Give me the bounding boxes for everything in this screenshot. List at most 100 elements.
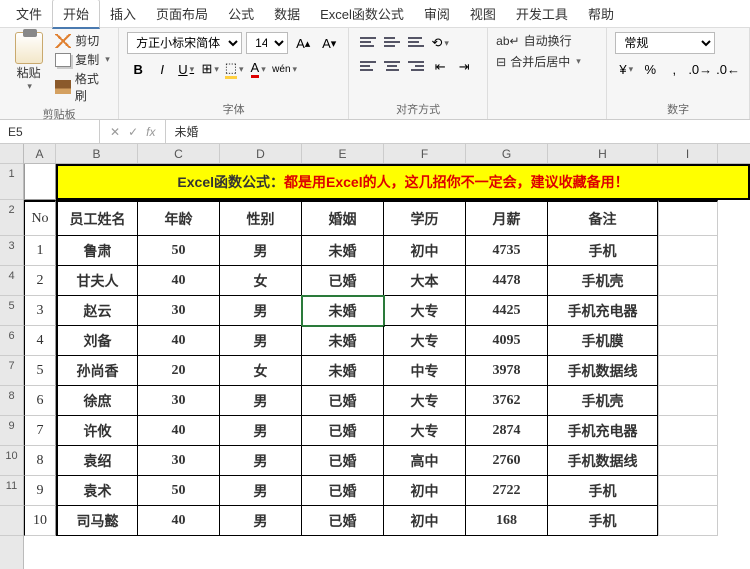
cell[interactable]: 5 xyxy=(24,356,56,386)
fx-icon[interactable]: fx xyxy=(146,125,155,139)
cell[interactable]: 50 xyxy=(138,476,220,506)
cell[interactable]: 月薪 xyxy=(466,200,548,236)
align-center-button[interactable] xyxy=(381,56,403,76)
row-header[interactable]: 8 xyxy=(0,386,23,416)
cell[interactable] xyxy=(658,236,718,266)
align-top-button[interactable] xyxy=(357,32,379,52)
col-header[interactable]: B xyxy=(56,144,138,163)
cell[interactable]: 年龄 xyxy=(138,200,220,236)
cell[interactable] xyxy=(658,356,718,386)
cell[interactable]: 9 xyxy=(24,476,56,506)
row-header[interactable] xyxy=(0,506,23,536)
align-right-button[interactable] xyxy=(405,56,427,76)
underline-button[interactable]: U▾ xyxy=(175,58,197,80)
cell[interactable]: 中专 xyxy=(384,356,466,386)
italic-button[interactable]: I xyxy=(151,58,173,80)
cell[interactable]: 手机壳 xyxy=(548,266,658,296)
cell[interactable] xyxy=(658,476,718,506)
cell[interactable]: 4 xyxy=(24,326,56,356)
cell[interactable]: 初中 xyxy=(384,506,466,536)
row-header[interactable]: 10 xyxy=(0,446,23,476)
cell[interactable]: 袁术 xyxy=(56,476,138,506)
decrease-indent-button[interactable]: ⇤ xyxy=(429,56,451,78)
cell[interactable]: 手机 xyxy=(548,236,658,266)
cell[interactable]: 2760 xyxy=(466,446,548,476)
cell[interactable]: 性别 xyxy=(220,200,302,236)
phonetic-button[interactable]: wén▾ xyxy=(271,58,298,80)
bold-button[interactable]: B xyxy=(127,58,149,80)
menu-dev[interactable]: 开发工具 xyxy=(506,0,578,27)
cell[interactable]: 未婚 xyxy=(302,236,384,266)
row-header[interactable]: 3 xyxy=(0,236,23,266)
cell[interactable]: 3978 xyxy=(466,356,548,386)
col-header[interactable]: D xyxy=(220,144,302,163)
row-header[interactable]: 7 xyxy=(0,356,23,386)
cell[interactable]: 4478 xyxy=(466,266,548,296)
row-header[interactable]: 1 xyxy=(0,164,23,200)
cell[interactable]: 男 xyxy=(220,416,302,446)
cell[interactable]: 50 xyxy=(138,236,220,266)
menu-file[interactable]: 文件 xyxy=(6,0,52,27)
cell[interactable]: 已婚 xyxy=(302,476,384,506)
cell[interactable]: 30 xyxy=(138,446,220,476)
cell[interactable]: 8 xyxy=(24,446,56,476)
cell[interactable]: No xyxy=(24,200,56,236)
cell[interactable]: 男 xyxy=(220,506,302,536)
cell[interactable]: 女 xyxy=(220,356,302,386)
cell[interactable]: 大专 xyxy=(384,386,466,416)
cell[interactable] xyxy=(658,446,718,476)
menu-layout[interactable]: 页面布局 xyxy=(146,0,218,27)
cell[interactable]: 手机充电器 xyxy=(548,296,658,326)
cell[interactable]: 手机数据线 xyxy=(548,446,658,476)
merge-center-button[interactable]: ⊟合并后居中▾ xyxy=(496,53,598,70)
border-button[interactable]: ⊞▾ xyxy=(199,58,221,80)
menu-insert[interactable]: 插入 xyxy=(100,0,146,27)
row-header[interactable]: 11 xyxy=(0,476,23,506)
comma-button[interactable]: , xyxy=(663,58,685,80)
col-header[interactable]: F xyxy=(384,144,466,163)
cell[interactable]: 10 xyxy=(24,506,56,536)
cell[interactable]: 40 xyxy=(138,326,220,356)
align-left-button[interactable] xyxy=(357,56,379,76)
menu-home[interactable]: 开始 xyxy=(52,0,100,29)
cell[interactable]: 2722 xyxy=(466,476,548,506)
cell[interactable] xyxy=(24,164,56,200)
cell[interactable]: 许攸 xyxy=(56,416,138,446)
font-name-select[interactable]: 方正小标宋简体 xyxy=(127,32,242,54)
decrease-font-button[interactable]: A▾ xyxy=(318,32,340,54)
cell[interactable] xyxy=(658,326,718,356)
menu-formula[interactable]: 公式 xyxy=(218,0,264,27)
select-all-button[interactable] xyxy=(0,144,23,164)
wrap-text-button[interactable]: ab↵自动换行 xyxy=(496,32,598,49)
font-size-select[interactable]: 14 xyxy=(246,32,288,54)
cell[interactable]: 4095 xyxy=(466,326,548,356)
cell[interactable]: 孙尚香 xyxy=(56,356,138,386)
cell[interactable]: 司马懿 xyxy=(56,506,138,536)
cell[interactable]: 40 xyxy=(138,266,220,296)
cell[interactable]: 已婚 xyxy=(302,446,384,476)
cell[interactable]: 大专 xyxy=(384,416,466,446)
cell[interactable]: 手机 xyxy=(548,506,658,536)
copy-button[interactable]: 复制▾ xyxy=(55,51,110,68)
cut-button[interactable]: 剪切 xyxy=(55,32,110,49)
menu-review[interactable]: 审阅 xyxy=(414,0,460,27)
cell[interactable]: 男 xyxy=(220,296,302,326)
cell[interactable]: 手机膜 xyxy=(548,326,658,356)
cell[interactable]: 手机壳 xyxy=(548,386,658,416)
cancel-icon[interactable]: ✕ xyxy=(110,125,120,139)
paste-button[interactable]: 粘贴 ▾ xyxy=(8,32,49,104)
cell[interactable]: 手机 xyxy=(548,476,658,506)
cell[interactable]: 高中 xyxy=(384,446,466,476)
menu-excelfx[interactable]: Excel函数公式 xyxy=(310,0,414,27)
col-header[interactable]: A xyxy=(24,144,56,163)
cell[interactable]: 刘备 xyxy=(56,326,138,356)
cell[interactable]: 168 xyxy=(466,506,548,536)
cell[interactable]: 3 xyxy=(24,296,56,326)
menu-view[interactable]: 视图 xyxy=(460,0,506,27)
menu-data[interactable]: 数据 xyxy=(264,0,310,27)
increase-indent-button[interactable]: ⇥ xyxy=(453,56,475,78)
cell[interactable]: 初中 xyxy=(384,236,466,266)
cell[interactable]: 未婚 xyxy=(302,356,384,386)
align-middle-button[interactable] xyxy=(381,32,403,52)
decrease-decimal-button[interactable]: .0← xyxy=(715,58,741,80)
